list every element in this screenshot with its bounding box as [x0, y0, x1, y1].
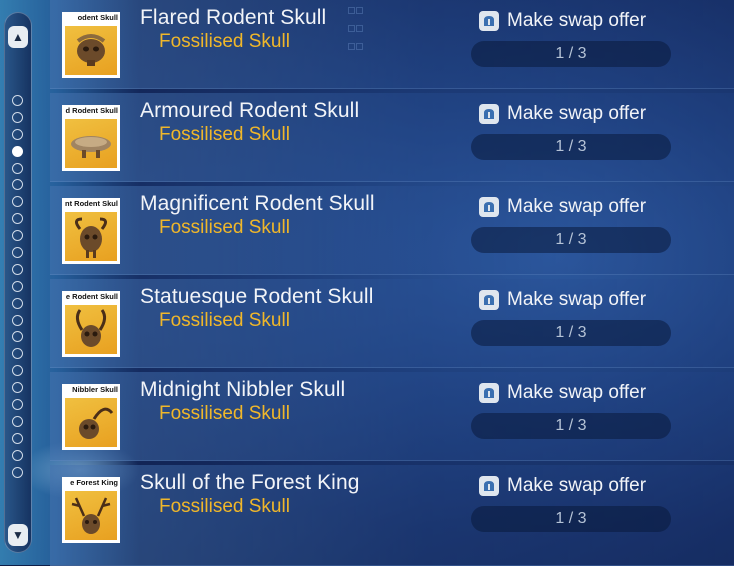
scroll-dot[interactable] [12, 280, 23, 292]
scroll-dot[interactable] [12, 415, 23, 427]
item-name: Skull of the Forest King [140, 471, 360, 494]
swap-label: Make swap offer [507, 382, 647, 403]
swap-icon [479, 290, 499, 310]
arrow-down-icon: ▼ [12, 528, 24, 542]
item-thumbnail: nt Rodent Skull [62, 198, 120, 264]
item-name: Flared Rodent Skull [140, 6, 327, 29]
swap-label: Make swap offer [507, 103, 647, 124]
item-name: Armoured Rodent Skull [140, 99, 360, 122]
swap-label: Make swap offer [507, 475, 647, 496]
make-swap-offer-button[interactable]: Make swap offer [479, 194, 646, 220]
thumbnail-label: nt Rodent Skull [65, 199, 118, 208]
scroll-dot[interactable] [12, 399, 23, 411]
scroll-dot[interactable] [12, 314, 23, 326]
scroll-dot[interactable] [12, 128, 23, 140]
item-category: Fossilised Skull [159, 31, 290, 52]
make-swap-offer-button[interactable]: Make swap offer [479, 380, 646, 406]
scroll-dot[interactable] [12, 297, 23, 309]
thumbnail-label: e Rodent Skull [65, 292, 118, 301]
thumbnail-label: Nibbler Skull [72, 385, 118, 394]
scroll-dot[interactable] [12, 95, 23, 106]
swap-icon [479, 11, 499, 31]
swap-label: Make swap offer [507, 289, 647, 310]
item-name: Magnificent Rodent Skull [140, 192, 375, 215]
thumbnail-label: e Forest King [70, 478, 118, 487]
quantity-counter: 1 / 3 [471, 506, 671, 532]
nibbler-skull-icon [65, 398, 117, 447]
arrow-up-icon: ▲ [12, 30, 24, 44]
swap-label: Make swap offer [507, 10, 647, 31]
scroll-dot[interactable] [12, 331, 23, 343]
scroll-down-button[interactable]: ▼ [8, 524, 28, 546]
item-thumbnail: Nibbler Skull [62, 384, 120, 450]
quantity-counter: 1 / 3 [471, 320, 671, 346]
item-category: Fossilised Skull [159, 403, 290, 424]
scroll-dot[interactable] [12, 382, 23, 394]
armoured-skull-icon [65, 119, 117, 168]
scroll-dot[interactable] [12, 213, 23, 225]
forest-king-skull-icon [65, 491, 117, 540]
scroll-dot[interactable] [12, 162, 23, 174]
swap-icon [479, 104, 499, 124]
list-item[interactable]: nt Rodent Skull Magnificent Rodent Skull… [50, 186, 734, 275]
item-thumbnail: e Forest King [62, 477, 120, 543]
quantity-counter: 1 / 3 [471, 227, 671, 253]
scroll-dot[interactable] [12, 196, 23, 208]
statuesque-skull-icon [65, 305, 117, 354]
quantity-counter: 1 / 3 [471, 134, 671, 160]
magnificent-skull-icon [65, 212, 117, 261]
item-category: Fossilised Skull [159, 310, 290, 331]
scroll-dot[interactable] [12, 111, 23, 123]
item-thumbnail: e Rodent Skull [62, 291, 120, 357]
scroll-dot[interactable] [12, 432, 23, 444]
scroll-dot[interactable] [12, 247, 23, 259]
make-swap-offer-button[interactable]: Make swap offer [479, 8, 646, 34]
make-swap-offer-button[interactable]: Make swap offer [479, 287, 646, 313]
scroll-up-button[interactable]: ▲ [8, 26, 28, 48]
list-item[interactable]: d Rodent Skull Armoured Rodent Skull Fos… [50, 93, 734, 182]
swap-label: Make swap offer [507, 196, 647, 217]
flared-skull-icon [65, 26, 117, 75]
quantity-counter: 1 / 3 [471, 41, 671, 67]
list-scrollbar[interactable]: ▲ ▼ [4, 12, 32, 553]
swap-icon [479, 197, 499, 217]
thumbnail-label: d Rodent Skull [65, 106, 119, 115]
item-name: Midnight Nibbler Skull [140, 378, 346, 401]
swap-icon [479, 383, 499, 403]
list-item[interactable]: Nibbler Skull Midnight Nibbler Skull Fos… [50, 372, 734, 461]
thumbnail-label: odent Skull [77, 13, 118, 22]
item-category: Fossilised Skull [159, 217, 290, 238]
list-item[interactable]: odent Skull Flared Rodent Skull Fossilis… [50, 0, 734, 89]
scroll-dot[interactable] [12, 365, 23, 377]
item-thumbnail: odent Skull [62, 12, 120, 78]
swap-icon [479, 476, 499, 496]
make-swap-offer-button[interactable]: Make swap offer [479, 101, 646, 127]
scroll-dot[interactable] [12, 230, 23, 242]
item-category: Fossilised Skull [159, 496, 290, 517]
scroll-dot[interactable] [12, 449, 23, 461]
scroll-dot[interactable] [12, 466, 23, 478]
scroll-position-dots [12, 95, 26, 483]
item-name: Statuesque Rodent Skull [140, 285, 374, 308]
scroll-dot[interactable] [12, 263, 23, 275]
scroll-dot[interactable] [12, 348, 23, 360]
item-category: Fossilised Skull [159, 124, 290, 145]
scroll-dot[interactable] [12, 179, 23, 191]
item-thumbnail: d Rodent Skull [62, 105, 120, 171]
list-item[interactable]: e Rodent Skull Statuesque Rodent Skull F… [50, 279, 734, 368]
quantity-counter: 1 / 3 [471, 413, 671, 439]
scroll-dot-active[interactable] [12, 145, 23, 157]
make-swap-offer-button[interactable]: Make swap offer [479, 473, 646, 499]
list-item[interactable]: e Forest King Skull of the Forest King F… [50, 465, 734, 566]
